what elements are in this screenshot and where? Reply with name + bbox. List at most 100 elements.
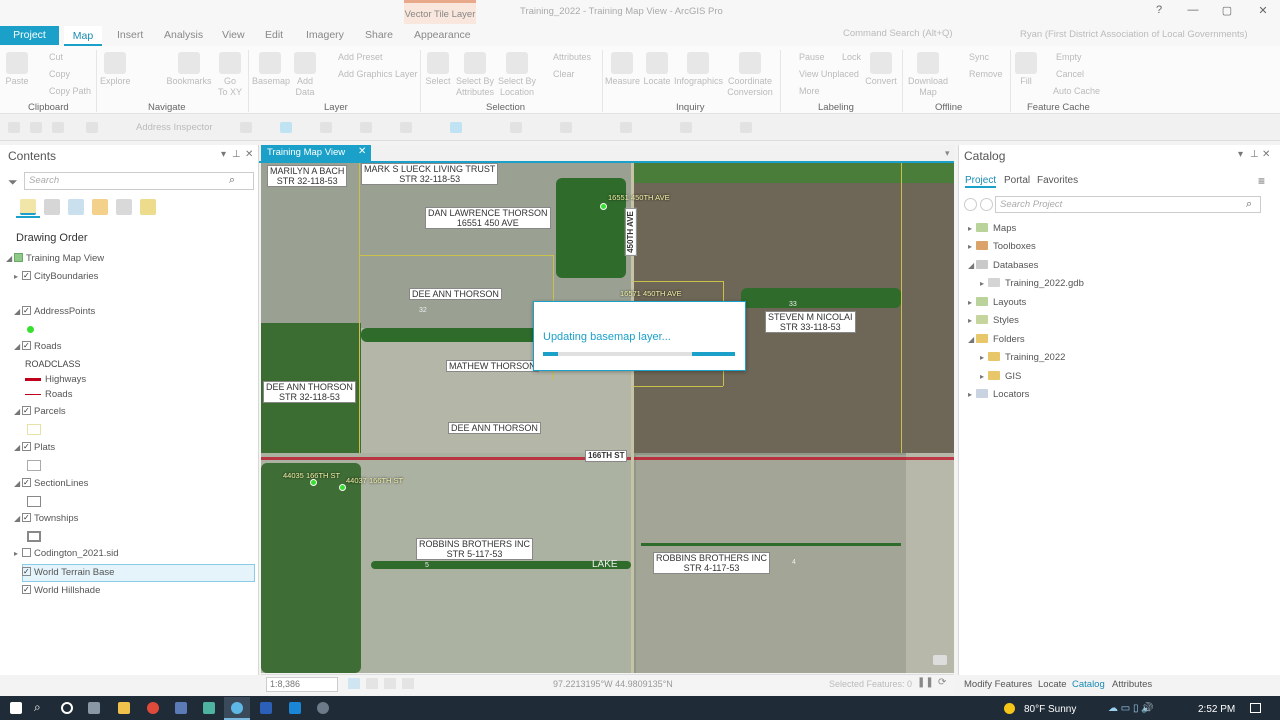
copy-button[interactable]: Copy — [49, 69, 70, 79]
tool-icon[interactable] — [8, 122, 20, 133]
cancel-button[interactable]: Cancel — [1056, 69, 1084, 79]
toc-layer-townships[interactable]: ◢Townships — [14, 510, 78, 527]
address-inspector-button[interactable]: Address Inspector — [136, 122, 213, 133]
app-icon[interactable] — [203, 702, 215, 714]
tab-training-map-view[interactable]: Training Map View — [261, 145, 371, 161]
forward-icon[interactable] — [980, 198, 993, 211]
catalog-item-gdb[interactable]: ▸ Training_2022.gdb — [980, 278, 1084, 289]
explore-button[interactable]: Explore — [100, 52, 131, 87]
coordinate-conversion-button[interactable]: Coordinate Conversion — [726, 52, 774, 98]
catalog-item-folder-training[interactable]: ▸ Training_2022 — [980, 352, 1065, 363]
tool-icon[interactable] — [620, 122, 632, 133]
tool-icon[interactable] — [450, 122, 462, 133]
outlook-icon[interactable] — [289, 702, 301, 714]
weather-text[interactable]: 80°F Sunny — [1024, 704, 1076, 715]
add-data-button[interactable]: Add Data — [292, 52, 318, 98]
layer-visibility-checkbox[interactable] — [22, 510, 31, 526]
start-icon[interactable] — [10, 702, 22, 714]
layer-visibility-checkbox[interactable] — [22, 439, 31, 455]
goto-xy-button[interactable]: Go To XY — [218, 52, 242, 98]
lock-button[interactable]: Lock — [842, 52, 861, 62]
tab-project[interactable]: Project — [0, 26, 59, 45]
back-icon[interactable] — [964, 198, 977, 211]
tool-icon[interactable] — [400, 122, 412, 133]
search-icon[interactable]: ⌕ — [34, 700, 41, 715]
attributes-button[interactable]: Attributes — [553, 52, 591, 62]
catalog-item-maps[interactable]: ▸ Maps — [968, 223, 1016, 234]
list-by-snapping-icon[interactable] — [116, 199, 132, 215]
pause-drawing-icon[interactable]: ❚❚ — [917, 677, 934, 688]
tool-icon[interactable] — [740, 122, 752, 133]
bookmarks-button[interactable]: Bookmarks — [166, 52, 212, 87]
list-by-source-icon[interactable] — [44, 199, 60, 215]
layer-visibility-checkbox[interactable] — [22, 475, 31, 491]
tab-map[interactable]: Map — [64, 26, 102, 46]
list-by-drawing-order-icon[interactable] — [20, 199, 36, 215]
layer-visibility-checkbox[interactable] — [22, 582, 31, 598]
copy-path-button[interactable]: Copy Path — [49, 86, 91, 96]
select-button[interactable]: Select — [424, 52, 452, 87]
tab-insert[interactable]: Insert — [117, 29, 143, 41]
file-explorer-icon[interactable] — [118, 702, 130, 714]
catalog-item-folder-gis[interactable]: ▸ GIS — [980, 371, 1021, 382]
list-by-selection-icon[interactable] — [68, 199, 84, 215]
toc-layer-codington[interactable]: ▸ Codington_2021.sid — [14, 546, 119, 562]
layer-visibility-checkbox[interactable] — [22, 268, 31, 284]
cut-button[interactable]: Cut — [49, 52, 63, 62]
catalog-menu-icon[interactable]: ≡ — [1258, 174, 1265, 188]
infographics-button[interactable]: Infographics — [674, 52, 723, 87]
view-menu-icon[interactable]: ▾ — [945, 148, 950, 159]
tab-view[interactable]: View — [222, 29, 245, 41]
fill-button[interactable]: Fill — [1014, 52, 1038, 87]
pin-icon[interactable]: ⊥ — [232, 149, 241, 160]
pane-tab-locate[interactable]: Locate — [1038, 679, 1067, 690]
tool-icon[interactable] — [240, 122, 252, 133]
tool-icon[interactable] — [560, 122, 572, 133]
minimize-button[interactable]: — — [1186, 4, 1200, 16]
pane-close-icon[interactable]: ✕ — [1262, 149, 1270, 160]
download-map-button[interactable]: Download Map — [906, 52, 950, 98]
map-canvas[interactable]: MARILYN A BACH STR 32-118-53 MARK S LUECK… — [261, 163, 954, 673]
tool-icon[interactable] — [510, 122, 522, 133]
help-button[interactable]: ? — [1152, 4, 1166, 16]
word-icon[interactable] — [260, 702, 272, 714]
system-clock[interactable]: 2:52 PM — [1198, 704, 1235, 715]
add-graphics-layer-button[interactable]: Add Graphics Layer — [338, 69, 418, 79]
select-by-location-button[interactable]: Select By Location — [497, 52, 537, 98]
auto-cache-checkbox[interactable]: Auto Cache — [1053, 86, 1100, 96]
constraints-icon[interactable] — [402, 678, 414, 689]
pin-icon[interactable]: ⊥ — [1250, 149, 1259, 160]
list-by-labeling-icon[interactable] — [140, 199, 156, 215]
toc-layer-world-hillshade[interactable]: World Hillshade — [22, 582, 100, 599]
catalog-item-databases[interactable]: ◢ Databases — [968, 260, 1038, 271]
convert-button[interactable]: Convert — [864, 52, 898, 87]
paste-button[interactable]: Paste — [4, 52, 30, 87]
pane-tab-attributes[interactable]: Attributes — [1112, 679, 1152, 690]
task-view-icon[interactable] — [88, 702, 100, 714]
toc-layer-world-terrain-base[interactable]: World Terrain Base — [22, 564, 114, 581]
catalog-item-styles[interactable]: ▸ Styles — [968, 315, 1019, 326]
tool-icon[interactable] — [86, 122, 98, 133]
view-unplaced-button[interactable]: View Unplaced — [799, 69, 859, 79]
catalog-item-layouts[interactable]: ▸ Layouts — [968, 297, 1026, 308]
grid-icon[interactable] — [366, 678, 378, 689]
tab-imagery[interactable]: Imagery — [306, 29, 344, 41]
more-button[interactable]: More — [799, 86, 820, 96]
select-by-attributes-button[interactable]: Select By Attributes — [455, 52, 495, 98]
basemap-button[interactable]: Basemap — [252, 52, 290, 87]
tab-edit[interactable]: Edit — [265, 29, 283, 41]
close-map-tab-icon[interactable]: ✕ — [358, 146, 366, 157]
command-search-input[interactable]: Command Search (Alt+Q) — [843, 28, 1003, 42]
tab-analysis[interactable]: Analysis — [164, 29, 203, 41]
catalog-tab-portal[interactable]: Portal — [1004, 175, 1030, 186]
locate-button[interactable]: Locate — [642, 52, 672, 87]
pane-menu-icon[interactable]: ▾ — [1238, 149, 1243, 160]
notifications-icon[interactable] — [1250, 703, 1261, 713]
toc-layer-plats[interactable]: ◢Plats — [14, 439, 55, 456]
maximize-button[interactable]: ▢ — [1220, 4, 1234, 17]
catalog-item-locators[interactable]: ▸ Locators — [968, 389, 1029, 400]
layer-visibility-checkbox[interactable] — [22, 403, 31, 419]
catalog-tab-favorites[interactable]: Favorites — [1037, 175, 1078, 186]
pane-menu-icon[interactable]: ▾ — [221, 149, 226, 160]
user-account[interactable]: Ryan (First District Association of Loca… — [1020, 29, 1248, 40]
